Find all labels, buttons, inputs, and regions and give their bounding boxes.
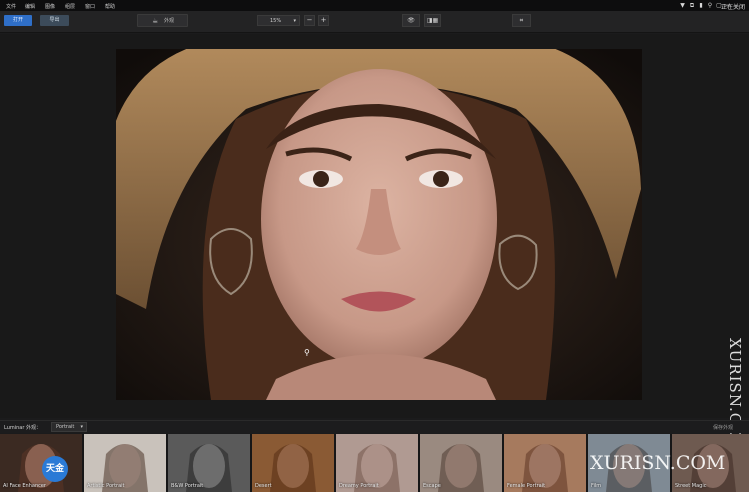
preset-label: Street Magic [675,483,707,489]
crop-button[interactable]: ⌗ [512,14,531,27]
share-icon[interactable]: ⧉ [688,1,696,10]
open-button[interactable]: 打开 [4,15,32,26]
preset-thumbnail[interactable]: Female Portrait [504,434,586,492]
preset-label: Film [591,483,602,489]
looks-button-label: 外观 [164,18,175,24]
preset-thumbnail[interactable]: Dreamy Portrait [336,434,418,492]
looks-panel-title: Luminar 外观： [4,425,42,431]
save-look-button[interactable]: 保存外观 [713,424,733,431]
status-text: 正在关闭 [720,4,745,11]
watermark-horizontal: XURISN.COM [590,452,726,474]
image-canvas[interactable]: ⚲ [0,34,749,418]
compare-button[interactable]: ◨▦ [424,14,441,27]
menu-layers[interactable]: 组层 [65,3,75,10]
looks-category-value: Portrait [56,424,75,430]
menu-help[interactable]: 帮助 [105,3,115,10]
zoom-out-button[interactable]: − [304,15,315,26]
preset-label: Artistic Portrait [87,483,125,489]
search-icon[interactable]: ⚲ [706,1,714,10]
dropdown-icon[interactable]: ▼ [678,1,687,10]
looks-icon: ☕ [152,17,159,25]
preset-label: Escape [423,483,441,489]
menu-bar: 文件 编辑 图像 组层 窗口 帮助 ▼ ⧉ ▮ ⚲ ▢ — 正在关闭 [0,0,749,11]
menu-file[interactable]: 文件 [6,3,16,10]
preset-label: B&W Portrait [171,483,204,489]
looks-button[interactable]: ☕ 外观 [137,14,188,27]
zoom-cursor-icon: ⚲ [304,348,310,357]
export-button[interactable]: 导出 [40,15,69,26]
preset-thumbnail[interactable]: B&W Portrait [168,434,250,492]
preview-button[interactable]: 👁 [402,14,420,27]
preset-label: Dreamy Portrait [339,483,379,489]
preset-label: Female Portrait [507,483,546,489]
zoom-select[interactable]: 15% ▾ [257,15,300,26]
preset-thumbnail[interactable]: Artistic Portrait [84,434,166,492]
zoom-value: 15% [270,18,282,24]
eye-icon: 👁 [407,17,415,24]
looks-panel-header: Luminar 外观： Portrait ▾ 保存外观 [0,420,749,433]
panel-icon[interactable]: ▮ [697,1,705,10]
crop-icon: ⌗ [519,17,524,24]
badge-logo: 天金 [42,456,68,482]
preset-thumbnail[interactable]: Escape [420,434,502,492]
looks-category-select[interactable]: Portrait ▾ [51,422,87,432]
menu-window[interactable]: 窗口 [85,3,95,10]
zoom-in-button[interactable]: + [318,15,329,26]
portrait-photo [116,49,642,400]
preset-label: Desert [255,483,272,489]
menu-image[interactable]: 图像 [45,3,55,10]
preset-thumbnail[interactable]: Desert [252,434,334,492]
toolbar [0,11,749,33]
menu-edit[interactable]: 编辑 [25,3,35,10]
chevron-down-icon: ▾ [293,18,296,24]
preset-label: AI Face Enhancer [3,483,46,489]
preset-thumbnail[interactable]: AI Face Enhancer [0,434,82,492]
chevron-down-icon: ▾ [80,424,83,430]
